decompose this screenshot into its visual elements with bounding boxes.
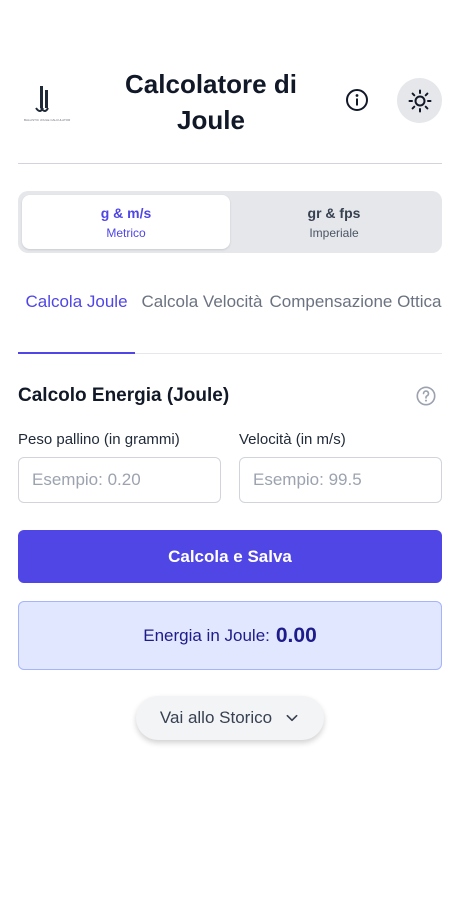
calculator-tabs: Calcola Joule Calcola Velocità Compensaz… (18, 280, 442, 354)
app-header: BALLISTIC JOULE CALCULATOR Calcolatore d… (0, 60, 460, 140)
unit-option-metric[interactable]: g & m/s Metrico (22, 195, 230, 249)
result-label: Energia in Joule: (143, 625, 270, 645)
calculate-save-button[interactable]: Calcola e Salva (18, 530, 442, 583)
result-panel: Energia in Joule: 0.00 (18, 601, 442, 670)
tab-compensazione-ottica[interactable]: Compensazione Ottica (269, 280, 442, 353)
velocity-label: Velocità (in m/s) (239, 431, 346, 448)
page-title: Calcolatore di Joule (125, 69, 297, 135)
theme-toggle-button[interactable] (397, 78, 442, 123)
header-divider (18, 163, 442, 164)
help-button[interactable] (414, 384, 438, 408)
unit-option-sublabel: Imperiale (309, 225, 359, 240)
history-button[interactable]: Vai allo Storico (136, 696, 324, 740)
unit-option-label: gr & fps (307, 204, 361, 221)
unit-option-sublabel: Metrico (106, 225, 146, 240)
sun-icon (408, 89, 431, 112)
tab-calcola-joule[interactable]: Calcola Joule (18, 280, 135, 354)
weight-input[interactable] (18, 457, 221, 503)
app-logo: BALLISTIC JOULE CALCULATOR (24, 84, 71, 124)
chevron-down-icon (284, 710, 300, 726)
logo-caption: BALLISTIC JOULE CALCULATOR (24, 118, 71, 122)
weight-label: Peso pallino (in grammi) (18, 431, 180, 448)
info-icon (346, 89, 368, 111)
logo-mark-icon (35, 86, 49, 112)
velocity-input[interactable] (239, 457, 442, 503)
unit-option-imperial[interactable]: gr & fps Imperiale (230, 195, 438, 249)
tab-calcola-velocita[interactable]: Calcola Velocità (135, 280, 269, 353)
history-label: Vai allo Storico (159, 708, 273, 727)
result-value: 0.00 (275, 623, 317, 647)
unit-option-label: g & m/s (100, 204, 152, 221)
help-circle-icon (416, 386, 436, 406)
info-button[interactable] (340, 83, 374, 117)
unit-system-toggle: g & m/s Metrico gr & fps Imperiale (18, 191, 442, 253)
section-title: Calcolo Energia (Joule) (18, 385, 230, 406)
